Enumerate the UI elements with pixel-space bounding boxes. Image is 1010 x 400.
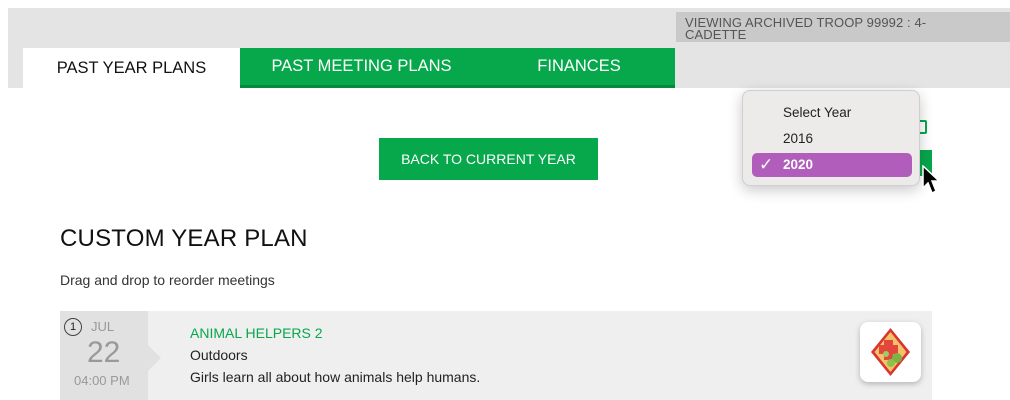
back-to-current-year-button[interactable]: BACK TO CURRENT YEAR	[379, 138, 598, 180]
meeting-day: 22	[87, 336, 121, 369]
tab-past-meeting-plans[interactable]: PAST MEETING PLANS	[240, 48, 483, 88]
meeting-date-block: 1 JUL 22 04:00 PM	[60, 311, 148, 400]
meeting-category: Outdoors	[190, 347, 248, 363]
tab-finances[interactable]: FINANCES	[483, 48, 675, 88]
dropdown-option-select-year[interactable]: Select Year	[783, 105, 851, 120]
dropdown-selected-label: 2020	[783, 157, 814, 172]
archive-banner-text: VIEWING ARCHIVED TROOP 99992 : 4-CADETTE	[685, 15, 927, 42]
meeting-description: Girls learn all about how animals help h…	[190, 369, 481, 385]
tab-past-year-plans[interactable]: PAST YEAR PLANS	[23, 48, 240, 88]
year-dropdown-menu[interactable]: Select Year 2016 ✓ 2020	[742, 90, 920, 186]
page-title: CUSTOM YEAR PLAN	[60, 225, 308, 252]
meeting-time: 04:00 PM	[74, 373, 130, 388]
meeting-number: 1	[64, 318, 82, 336]
checkmark-icon: ✓	[759, 155, 774, 174]
meeting-title-link[interactable]: ANIMAL HELPERS 2	[190, 325, 323, 341]
page-subtitle: Drag and drop to reorder meetings	[60, 272, 275, 288]
meeting-row[interactable]: 1 JUL 22 04:00 PM ANIMAL HELPERS 2 Outdo…	[60, 311, 932, 400]
animal-helpers-badge-icon	[860, 322, 921, 382]
date-block-arrow	[148, 345, 161, 371]
meeting-month: JUL	[91, 319, 115, 334]
mouse-pointer-icon	[922, 165, 940, 195]
dropdown-option-2020-selected[interactable]: ✓ 2020	[752, 153, 912, 177]
dropdown-option-2016[interactable]: 2016	[783, 131, 813, 146]
